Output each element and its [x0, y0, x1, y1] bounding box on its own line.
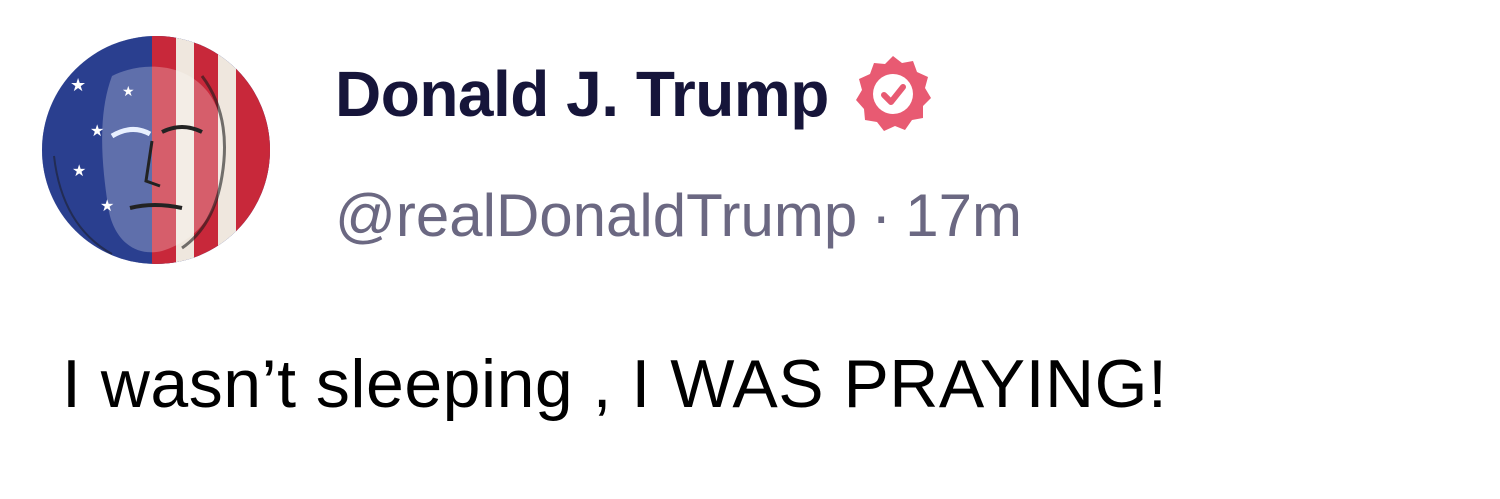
author-handle[interactable]: @realDonaldTrump	[335, 181, 857, 250]
avatar-image: ★ ★ ★ ★ ★	[42, 36, 270, 264]
svg-text:★: ★	[72, 161, 86, 180]
post-body-text: I wasn’t sleeping , I WAS PRAYING!	[62, 346, 1168, 422]
post-card: ★ ★ ★ ★ ★ Donald J. Trump @realDonaldTru…	[0, 0, 1500, 499]
svg-text:★: ★	[70, 75, 86, 96]
post-meta-row: @realDonaldTrump · 17m	[335, 176, 1022, 254]
author-avatar[interactable]: ★ ★ ★ ★ ★	[42, 36, 270, 264]
author-name-row: Donald J. Trump	[335, 52, 935, 136]
svg-text:★: ★	[122, 84, 135, 100]
svg-text:★: ★	[90, 121, 104, 140]
post-timestamp[interactable]: 17m	[905, 181, 1022, 250]
meta-separator: ·	[871, 181, 892, 249]
svg-text:★: ★	[100, 196, 114, 215]
author-display-name[interactable]: Donald J. Trump	[335, 57, 829, 131]
verified-check-icon	[851, 52, 935, 136]
